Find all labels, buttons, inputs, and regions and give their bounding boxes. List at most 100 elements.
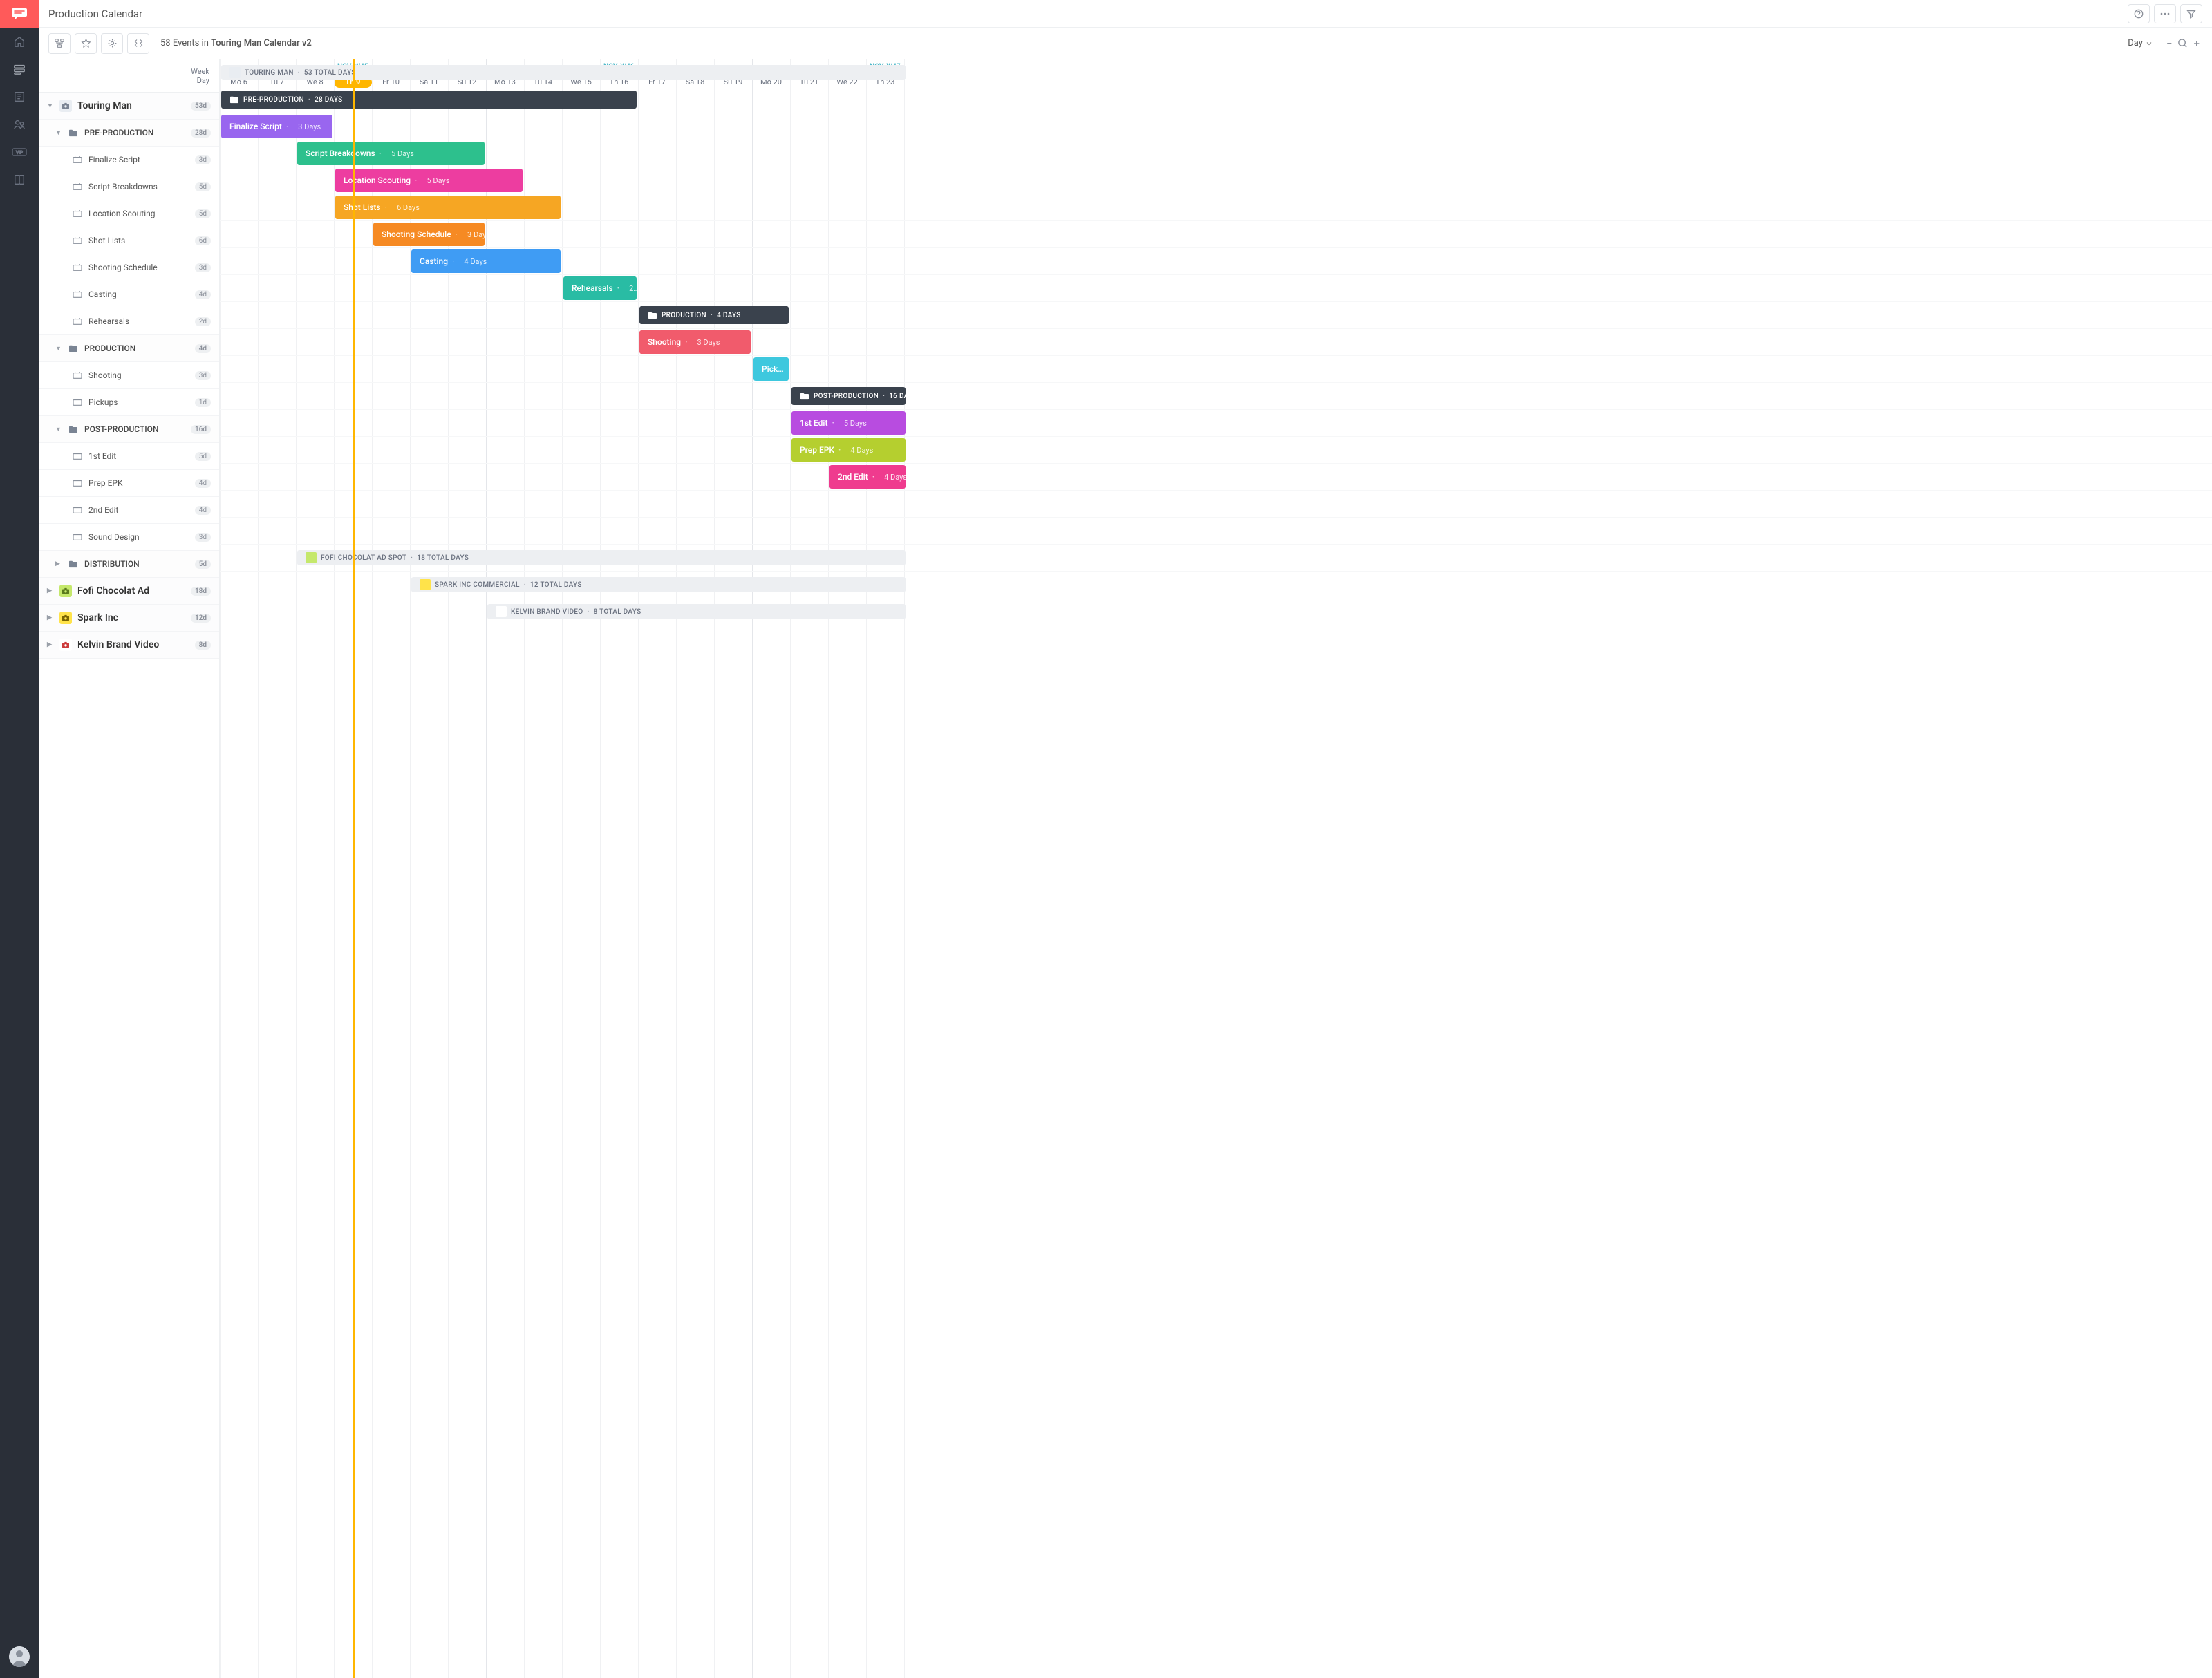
collapse-icon[interactable]: ▼	[55, 345, 65, 352]
collapse-icon[interactable]: ▼	[55, 129, 65, 137]
task-bar[interactable]: 2nd Edit·4 Days	[830, 465, 906, 489]
timeline-row: Casting·4 Days	[220, 248, 2212, 275]
task-bar[interactable]: Finalize Script·3 Days	[221, 115, 332, 138]
folder-icon	[229, 95, 239, 104]
nav-calendar-icon[interactable]	[0, 55, 39, 83]
sidebar-row-project[interactable]: ▶Spark Inc12d	[39, 605, 219, 632]
timeline-row: FOFI CHOCOLAT AD SPOT·18 TOTAL DAYS	[220, 545, 2212, 572]
duration-badge: 5d	[195, 452, 211, 461]
nav-crew-icon[interactable]	[0, 111, 39, 138]
sidebar-row-task[interactable]: Shooting Schedule3d	[39, 254, 219, 281]
collapse-icon[interactable]: ▼	[47, 102, 57, 110]
sidebar-row-task[interactable]: Sound Design 3d	[39, 524, 219, 551]
duration-badge: 53d	[191, 102, 211, 111]
duration-badge: 4d	[195, 506, 211, 515]
granularity-toggle[interactable]: Day	[2128, 38, 2153, 48]
row-label: Location Scouting	[88, 209, 155, 218]
sidebar-row-task[interactable]: Casting4d	[39, 281, 219, 308]
zoom-out-button[interactable]: −	[2164, 37, 2175, 50]
task-bar[interactable]: Rehearsals·2…	[563, 276, 637, 300]
app-logo[interactable]	[0, 0, 39, 28]
summary-bar[interactable]: SPARK INC COMMERCIAL·12 TOTAL DAYS	[411, 577, 906, 592]
more-button[interactable]	[2154, 4, 2176, 23]
timeline-row: POST-PRODUCTION·16 DAYS	[220, 383, 2212, 410]
task-bar[interactable]: Shot Lists·6 Days	[335, 196, 561, 219]
sidebar-row-project[interactable]: ▼ Touring Man 53d	[39, 93, 219, 120]
phase-bar[interactable]: POST-PRODUCTION·16 DAYS	[791, 387, 906, 405]
phase-bar[interactable]: PRODUCTION·4 DAYS	[639, 306, 789, 324]
task-bar[interactable]: Script Breakdowns·5 Days	[297, 142, 485, 165]
nav-library-icon[interactable]	[0, 166, 39, 194]
sidebar-row-task[interactable]: Finalize Script3d	[39, 147, 219, 173]
expand-icon[interactable]: ▶	[47, 587, 57, 594]
nav-rail: VIP	[0, 0, 39, 1678]
sidebar-row-task[interactable]: Shot Lists6d	[39, 227, 219, 254]
timeline-row: Shot Lists·6 Days	[220, 194, 2212, 221]
timeline-row: Finalize Script·3 Days	[220, 113, 2212, 140]
summary-bar[interactable]: TOURING MAN·53 TOTAL DAYS	[221, 65, 906, 80]
row-label: Shot Lists	[88, 236, 125, 245]
task-bar[interactable]: Prep EPK·4 Days	[791, 438, 906, 462]
nav-reports-icon[interactable]	[0, 83, 39, 111]
summary-bar[interactable]: KELVIN BRAND VIDEO·8 TOTAL DAYS	[487, 604, 906, 619]
sidebar-row-task[interactable]: Shooting3d	[39, 362, 219, 389]
row-label: Sound Design	[88, 532, 140, 542]
sidebar-row-task[interactable]: Location Scouting5d	[39, 200, 219, 227]
row-label: Kelvin Brand Video	[77, 639, 159, 650]
hierarchy-button[interactable]	[48, 33, 71, 54]
row-label: Spark Inc	[77, 612, 118, 623]
duration-badge: 16d	[191, 425, 211, 434]
summary-bar[interactable]: FOFI CHOCOLAT AD SPOT·18 TOTAL DAYS	[297, 550, 906, 565]
phase-bar[interactable]: PRE-PRODUCTION·28 DAYS	[221, 91, 637, 109]
expand-icon[interactable]: ▶	[47, 641, 57, 648]
task-bar[interactable]: Pick…	[753, 357, 789, 381]
sidebar-row-project[interactable]: ▶Fofi Chocolat Ad18d	[39, 578, 219, 605]
task-bar[interactable]: 1st Edit·5 Days	[791, 411, 906, 435]
svg-text:VIP: VIP	[16, 151, 23, 155]
filter-button[interactable]	[2180, 4, 2202, 23]
sidebar-row-task[interactable]: Rehearsals2d	[39, 308, 219, 335]
row-label: Rehearsals	[88, 317, 129, 326]
favorite-button[interactable]	[75, 33, 97, 54]
sidebar-row-phase[interactable]: ▼PRE-PRODUCTION28d	[39, 120, 219, 147]
user-avatar[interactable]	[9, 1646, 30, 1667]
task-icon	[72, 531, 83, 543]
task-bar[interactable]: Shooting·3 Days	[639, 330, 751, 354]
row-label: Pickups	[88, 397, 118, 407]
sidebar-row-task[interactable]: 2nd Edit4d	[39, 497, 219, 524]
sidebar-row-phase[interactable]: ▶DISTRIBUTION5d	[39, 551, 219, 578]
sidebar-row-task[interactable]: 1st Edit 5d	[39, 443, 219, 470]
settings-button[interactable]	[101, 33, 123, 54]
row-label: 1st Edit	[88, 451, 116, 461]
sidebar-row-task[interactable]: Pickups1d	[39, 389, 219, 416]
sidebar-row-task[interactable]: Prep EPK4d	[39, 470, 219, 497]
duration-badge: 3d	[195, 533, 211, 542]
task-bar[interactable]: Casting·4 Days	[411, 249, 561, 273]
row-label: Prep EPK	[88, 478, 123, 488]
task-icon	[72, 235, 83, 246]
task-bar[interactable]: Shooting Schedule·3 Days	[373, 223, 485, 246]
zoom-search-icon[interactable]	[2175, 38, 2191, 48]
expand-icon[interactable]: ▶	[55, 560, 65, 567]
sidebar-row-phase[interactable]: ▼POST-PRODUCTION16d	[39, 416, 219, 443]
sidebar-row-phase[interactable]: ▼PRODUCTION4d	[39, 335, 219, 362]
events-summary: 58 Events in Touring Man Calendar v2	[160, 38, 312, 48]
zoom-in-button[interactable]: +	[2191, 37, 2202, 50]
collapse-icon[interactable]: ▼	[55, 426, 65, 433]
project-icon	[306, 552, 317, 563]
collapse-button[interactable]	[127, 33, 149, 54]
duration-badge: 3d	[195, 371, 211, 380]
task-icon	[72, 451, 83, 462]
sidebar-row-task[interactable]: Script Breakdowns5d	[39, 173, 219, 200]
help-button[interactable]	[2128, 4, 2150, 23]
task-icon	[72, 397, 83, 408]
folder-icon	[68, 343, 79, 354]
timeline-row: 1st Edit·5 Days	[220, 410, 2212, 437]
expand-icon[interactable]: ▶	[47, 614, 57, 621]
nav-home-icon[interactable]	[0, 28, 39, 55]
nav-vip-icon[interactable]: VIP	[0, 138, 39, 166]
task-bar[interactable]: Location Scouting·5 Days	[335, 169, 523, 192]
sidebar-row-project[interactable]: ▶Kelvin Brand Video8d	[39, 632, 219, 659]
row-label: Touring Man	[77, 100, 132, 111]
row-label: Finalize Script	[88, 155, 140, 164]
